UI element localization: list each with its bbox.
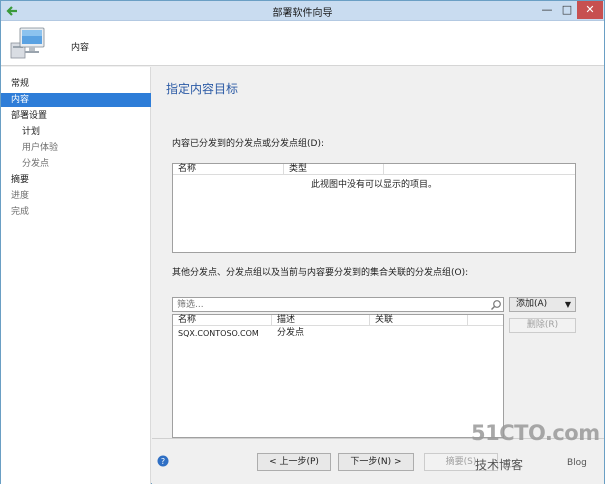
maximize-button[interactable]: □: [557, 1, 577, 19]
nav-item-deployment-settings[interactable]: 部署设置: [1, 109, 151, 123]
watermark-logo: 51CTO.com: [471, 421, 600, 445]
close-button[interactable]: ✕: [577, 1, 603, 19]
other-list-header: 名称 描述 关联: [173, 315, 503, 326]
wizard-header: 内容: [1, 21, 604, 66]
column-header-name[interactable]: 名称: [173, 164, 284, 175]
nav-item-user-experience[interactable]: 用户体验: [1, 141, 151, 155]
cell-description: 分发点: [277, 328, 305, 338]
search-icon[interactable]: [490, 299, 502, 311]
dropdown-caret-icon: ▼: [564, 300, 571, 309]
empty-list-message: 此视图中没有可以显示的项目。: [310, 180, 437, 190]
minimize-button[interactable]: —: [537, 1, 557, 19]
page-heading: 指定内容目标: [166, 82, 239, 96]
nav-item-distribution-points[interactable]: 分发点: [1, 157, 151, 171]
nav-item-general[interactable]: 常规: [1, 77, 151, 91]
nav-item-completion[interactable]: 完成: [1, 205, 151, 219]
header-title: 内容: [71, 43, 90, 53]
watermark-blog: Blog: [567, 458, 587, 468]
nav-item-summary[interactable]: 摘要: [1, 173, 151, 187]
title-bar: 部署软件向导 — □ ✕: [1, 1, 604, 21]
next-button[interactable]: 下一步(N) >: [338, 453, 414, 471]
nav-item-progress[interactable]: 进度: [1, 189, 151, 203]
computer-icon: [10, 27, 45, 59]
wizard-window: 部署软件向导 — □ ✕ 内容 常规 内容 部署设置 计划 用户体验 分发点 摘…: [0, 0, 605, 484]
column-header-description[interactable]: 描述: [272, 315, 370, 326]
other-list[interactable]: 名称 描述 关联 SQX.CONTOSO.COM 分发点: [172, 314, 504, 438]
cell-name: SQX.CONTOSO.COM: [178, 329, 259, 338]
watermark-subtitle: 技术博客: [475, 458, 524, 472]
svg-text:?: ?: [161, 457, 165, 466]
wizard-sidebar: 常规 内容 部署设置 计划 用户体验 分发点 摘要 进度 完成: [1, 67, 151, 484]
nav-item-schedule[interactable]: 计划: [1, 125, 151, 139]
other-list-label: 其他分发点、分发点组以及当前与内容要分发到的集合关联的分发点组(O):: [172, 268, 469, 278]
distributed-list-label: 内容已分发到的分发点或分发点组(D):: [172, 139, 324, 149]
back-button[interactable]: < 上一步(P): [257, 453, 331, 471]
add-button[interactable]: 添加(A) ▼: [509, 297, 576, 312]
column-header-name[interactable]: 名称: [173, 315, 272, 326]
remove-button[interactable]: 删除(R): [509, 318, 576, 333]
filter-input[interactable]: [172, 297, 504, 312]
distributed-list-header: 名称 类型: [173, 164, 575, 175]
distributed-list[interactable]: 名称 类型 此视图中没有可以显示的项目。: [172, 163, 576, 253]
help-icon[interactable]: ?: [157, 455, 169, 467]
column-header-association[interactable]: 关联: [370, 315, 468, 326]
nav-item-content[interactable]: 内容: [1, 93, 151, 107]
window-title: 部署软件向导: [272, 8, 333, 19]
column-header-type[interactable]: 类型: [284, 164, 384, 175]
add-button-label: 添加(A): [516, 299, 548, 309]
